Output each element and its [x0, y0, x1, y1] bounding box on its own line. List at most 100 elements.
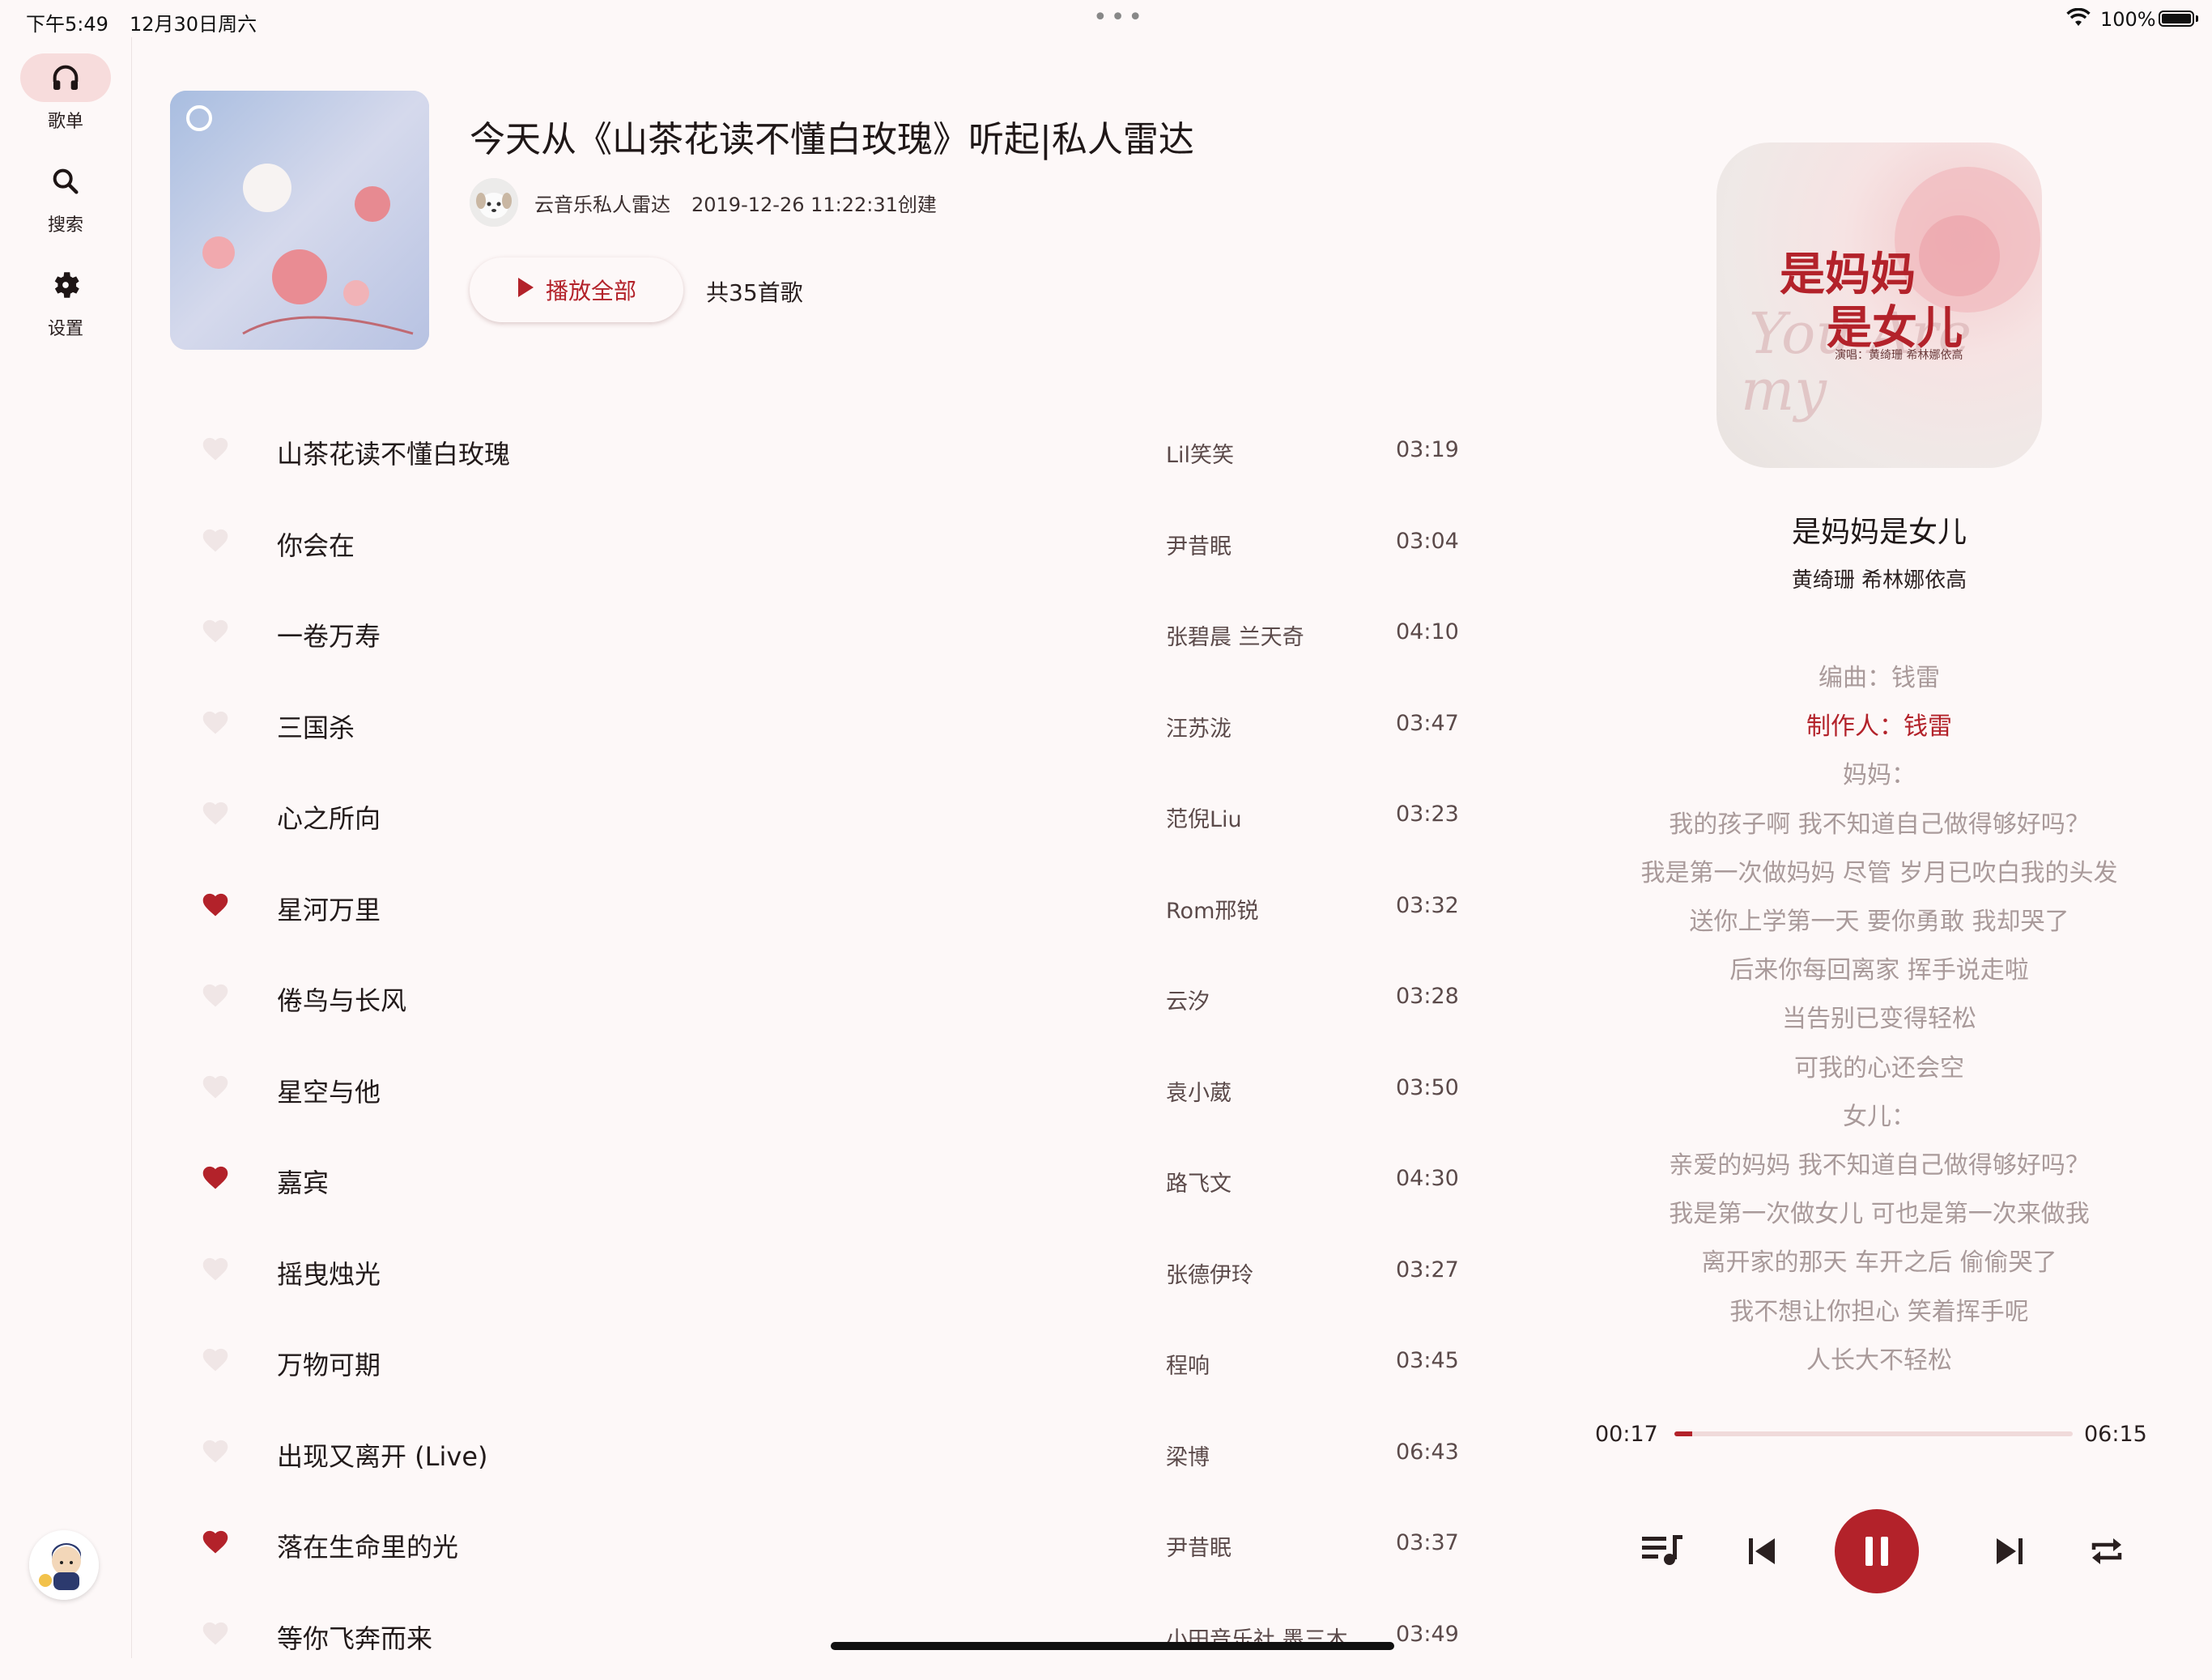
track-artist[interactable]: 云汐: [1166, 984, 1210, 1015]
track-artist[interactable]: 梁博: [1166, 1440, 1210, 1471]
track-artist[interactable]: 袁小葳: [1166, 1075, 1231, 1107]
progress-slider[interactable]: [1674, 1431, 2073, 1436]
track-artist[interactable]: 尹昔眠: [1166, 1530, 1231, 1562]
track-title: 你会在: [277, 530, 355, 561]
track-duration: 04:10: [1396, 619, 1459, 644]
track-artist[interactable]: 汪苏泷: [1166, 711, 1231, 742]
track-title: 落在生命里的光: [277, 1532, 459, 1563]
heart-icon[interactable]: [201, 1256, 230, 1282]
track-duration: 03:27: [1396, 1257, 1459, 1282]
track-title: 倦鸟与长风: [277, 985, 407, 1016]
lyric-line[interactable]: 我不想让你担心 笑着挥手呢: [1587, 1291, 2172, 1327]
lyric-line[interactable]: 可我的心还会空: [1587, 1048, 2172, 1083]
heart-icon[interactable]: [201, 1620, 230, 1646]
repeat-button[interactable]: [2074, 1519, 2139, 1584]
track-title: 万物可期: [277, 1350, 381, 1380]
current-time: 00:17: [1595, 1422, 1658, 1447]
heart-icon[interactable]: [201, 891, 230, 917]
track-row[interactable]: 星河万里 Rom邢锐 03:32: [162, 861, 1490, 951]
heart-icon[interactable]: [201, 1074, 230, 1099]
heart-icon[interactable]: [201, 982, 230, 1008]
track-artist[interactable]: 张德伊玲: [1166, 1257, 1253, 1289]
track-artist[interactable]: 路飞文: [1166, 1166, 1231, 1197]
track-row[interactable]: 心之所向 范倪Liu 03:23: [162, 769, 1490, 860]
heart-icon[interactable]: [201, 1529, 230, 1555]
lyric-line[interactable]: 女儿：: [1587, 1096, 2172, 1132]
lyric-line-current[interactable]: 制作人：钱雷: [1587, 706, 2172, 742]
nav-item-settings[interactable]: 设置: [0, 261, 131, 340]
status-time: 下午5:49: [26, 13, 108, 36]
skip-next-icon: [1997, 1538, 2023, 1564]
play-all-button[interactable]: 播放全部: [470, 257, 683, 322]
track-row[interactable]: 嘉宾 路飞文 04:30: [162, 1133, 1490, 1224]
track-duration: 04:30: [1396, 1166, 1459, 1191]
lyric-line[interactable]: 离开家的那天 车开之后 偷偷哭了: [1587, 1242, 2172, 1278]
heart-icon[interactable]: [201, 436, 230, 461]
lyric-line[interactable]: 后来你每回离家 挥手说走啦: [1587, 950, 2172, 985]
track-title: 嘉宾: [277, 1167, 330, 1198]
track-artist[interactable]: Lil笑笑: [1166, 437, 1234, 469]
lyrics-panel[interactable]: 编曲：钱雷制作人：钱雷 妈妈： 我的孩子啊 我不知道自己做得够好吗？ 我是第一次做妈妈…: [1587, 615, 2172, 1376]
heart-icon[interactable]: [201, 1164, 230, 1190]
lyric-line[interactable]: 编曲：钱雷: [1587, 657, 2172, 693]
creator-avatar[interactable]: [470, 178, 518, 227]
track-duration: 03:50: [1396, 1074, 1459, 1100]
lyric-line[interactable]: 我是第一次做妈妈 尽管 岁月已吹白我的头发: [1587, 853, 2172, 888]
heart-icon[interactable]: [201, 1438, 230, 1464]
user-avatar[interactable]: [29, 1530, 99, 1600]
track-row[interactable]: 山茶花读不懂白玫瑰 Lil笑笑 03:19: [162, 405, 1490, 495]
creator-name[interactable]: 云音乐私人雷达: [534, 189, 670, 217]
lyric-line[interactable]: 当告别已变得轻松: [1587, 998, 2172, 1034]
lyric-line[interactable]: 亲爱的妈妈 我不知道自己做得够好吗？: [1587, 1145, 2172, 1180]
lyric-line[interactable]: 送你上学第一天 要你勇敢 我却哭了: [1587, 901, 2172, 937]
track-title: 三国杀: [277, 712, 355, 743]
track-row[interactable]: 万物可期 程响 03:45: [162, 1316, 1490, 1406]
nav-item-playlists[interactable]: 歌单: [0, 53, 131, 133]
track-count: 共35首歌: [706, 279, 803, 306]
track-artist[interactable]: 范倪Liu: [1166, 802, 1242, 833]
status-bar: 下午5:49 12月30日周六 ••• 100%: [0, 0, 2212, 37]
track-artist[interactable]: 张碧晨 兰天奇: [1166, 619, 1304, 651]
track-row[interactable]: 倦鸟与长风 云汐 03:28: [162, 951, 1490, 1042]
next-button[interactable]: [1977, 1519, 2042, 1584]
nav-item-search[interactable]: 搜索: [0, 157, 131, 236]
headphones-icon: [20, 53, 111, 102]
track-artist[interactable]: 尹昔眠: [1166, 529, 1231, 560]
track-row[interactable]: 你会在 尹昔眠 03:04: [162, 496, 1490, 587]
lyric-line[interactable]: 妈妈：: [1587, 755, 2172, 790]
track-artist[interactable]: 程响: [1166, 1348, 1210, 1380]
track-row[interactable]: 出现又离开 (Live) 梁博 06:43: [162, 1407, 1490, 1498]
track-duration: 03:32: [1396, 892, 1459, 918]
heart-icon[interactable]: [201, 618, 230, 644]
heart-icon[interactable]: [201, 800, 230, 826]
pause-button[interactable]: [1835, 1509, 1919, 1593]
track-row[interactable]: 落在生命里的光 尹昔眠 03:37: [162, 1498, 1490, 1589]
track-row[interactable]: 等你飞奔而来 小田音乐社 墨三木 03:49: [162, 1589, 1490, 1680]
track-row[interactable]: 一卷万寿 张碧晨 兰天奇 04:10: [162, 587, 1490, 678]
home-indicator[interactable]: [831, 1642, 1394, 1650]
track-duration: 03:47: [1396, 710, 1459, 736]
lyric-line[interactable]: 我是第一次做女儿 可也是第一次来做我: [1587, 1193, 2172, 1229]
track-title: 一卷万寿: [277, 621, 381, 652]
lyric-line[interactable]: 人长大不轻松: [1587, 1340, 2172, 1376]
track-artist[interactable]: Rom邢锐: [1166, 893, 1258, 925]
track-row[interactable]: 摇曳烛光 张德伊玲 03:27: [162, 1225, 1490, 1316]
track-row[interactable]: 三国杀 汪苏泷 03:47: [162, 678, 1490, 769]
nav-item-label: 搜索: [47, 215, 83, 236]
now-playing-title: 是妈妈是女儿: [1791, 516, 1967, 549]
track-title: 星河万里: [277, 894, 381, 925]
pause-icon: [1865, 1537, 1888, 1566]
track-row[interactable]: 星空与他 袁小葳 03:50: [162, 1043, 1490, 1133]
svg-text:my: my: [1741, 357, 1827, 423]
heart-icon[interactable]: [201, 1346, 230, 1372]
heart-icon[interactable]: [201, 527, 230, 553]
status-date: 12月30日周六: [130, 13, 257, 36]
created-at: 2019-12-26 11:22:31创建: [691, 193, 937, 216]
track-duration: 03:23: [1396, 802, 1459, 827]
multitasking-dots-icon[interactable]: •••: [1093, 3, 1146, 32]
previous-button[interactable]: [1729, 1519, 1794, 1584]
navigation-rail: 歌单 搜索 设置: [0, 37, 132, 1658]
lyric-line[interactable]: 我的孩子啊 我不知道自己做得够好吗？: [1587, 804, 2172, 840]
playlist-queue-button[interactable]: [1631, 1519, 1695, 1584]
heart-icon[interactable]: [201, 709, 230, 735]
